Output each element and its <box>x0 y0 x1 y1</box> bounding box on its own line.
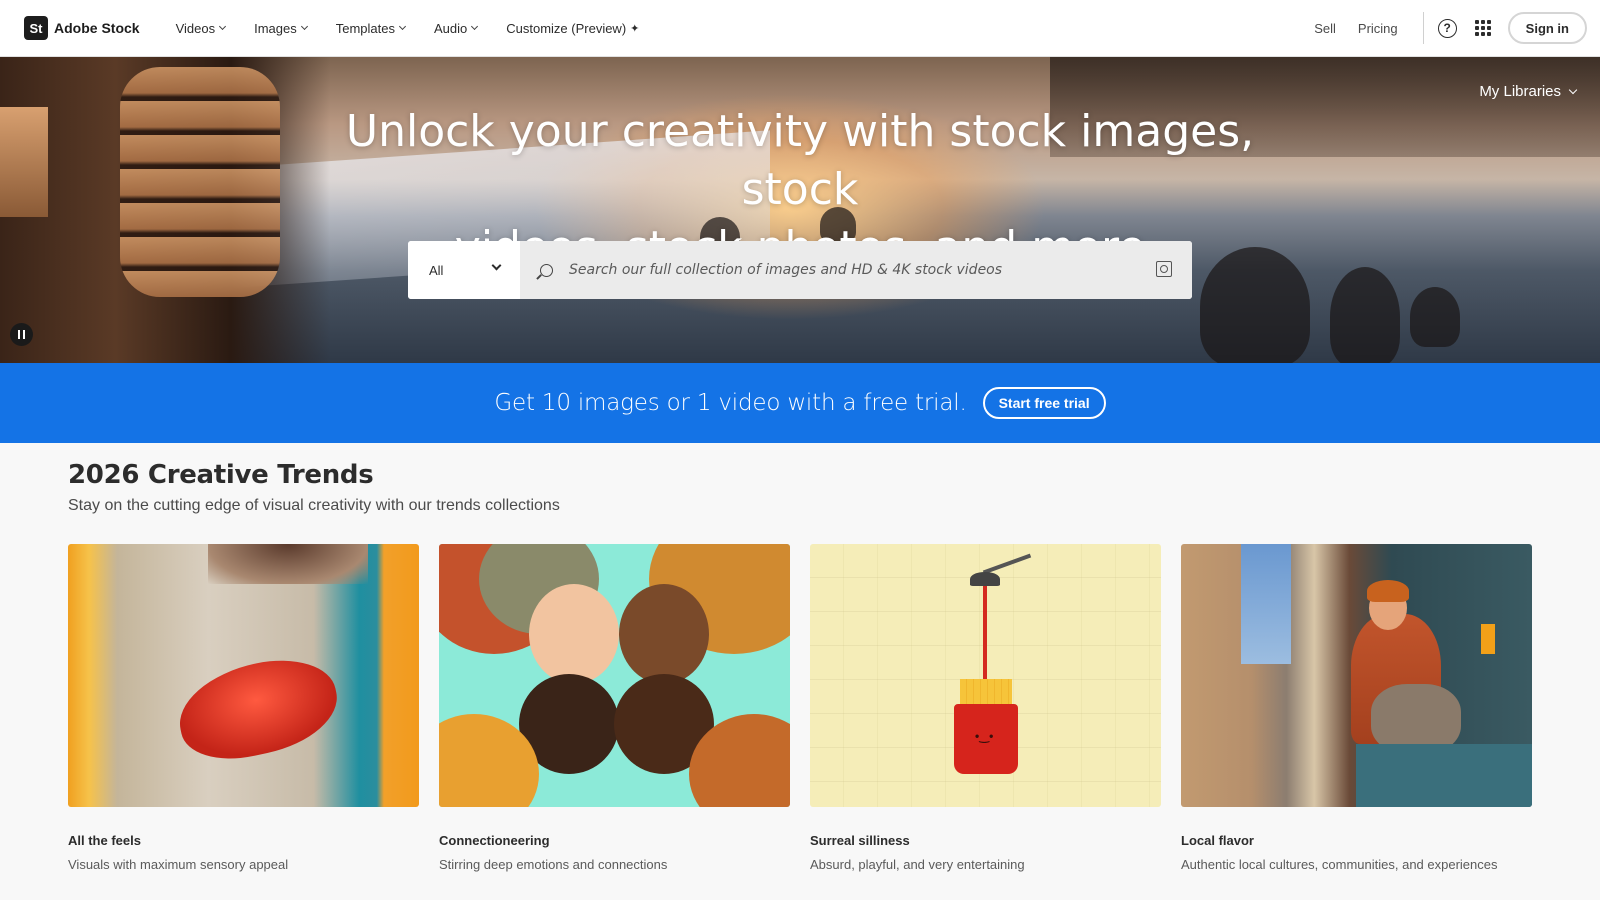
image-detail <box>970 572 1000 586</box>
image-detail <box>1367 580 1409 602</box>
trend-card-image[interactable] <box>439 544 790 807</box>
help-icon[interactable]: ? <box>1437 18 1457 38</box>
nav-item-label: Videos <box>175 20 216 36</box>
brand-logo[interactable]: St Adobe Stock <box>24 16 140 40</box>
image-detail <box>1481 624 1495 654</box>
nav-divider <box>1422 12 1424 44</box>
trend-card-description: Authentic local cultures, communities, a… <box>1181 857 1498 872</box>
trend-card-title[interactable]: All the feels <box>68 833 419 848</box>
chevron-down-icon <box>300 22 308 31</box>
image-detail: •‿• <box>975 729 994 743</box>
trend-card-title[interactable]: Connectioneering <box>439 833 790 848</box>
section-subtitle: Stay on the cutting edge of visual creat… <box>68 497 560 514</box>
chevron-down-icon <box>219 22 227 31</box>
hero-banner: Unlock your creativity with stock images… <box>0 57 1600 363</box>
nav-item-templates[interactable]: Templates <box>335 20 407 36</box>
my-libraries-label: My Libraries <box>1479 83 1561 100</box>
chevron-down-icon <box>1568 85 1578 95</box>
trend-card-all-the-feels[interactable]: All the feels Visuals with maximum senso… <box>68 544 419 872</box>
trend-card-description: Visuals with maximum sensory appeal <box>68 857 289 872</box>
nav-item-customize[interactable]: Customize (Preview) ✦ <box>506 21 639 36</box>
trend-card-image[interactable] <box>1181 544 1532 807</box>
trend-card-connectioneering[interactable]: Connectioneering Stirring deep emotions … <box>439 544 790 872</box>
hero-bather <box>1410 287 1460 347</box>
visual-search-icon[interactable] <box>1156 261 1172 277</box>
trend-card-description: Stirring deep emotions and connections <box>439 857 668 872</box>
pause-video-button[interactable] <box>10 323 33 346</box>
image-detail <box>170 648 346 770</box>
brand-name: Adobe Stock <box>54 20 140 36</box>
nav-item-label: Audio <box>433 20 468 36</box>
image-detail <box>208 544 368 584</box>
hero-background-window <box>0 107 48 217</box>
trend-cards: All the feels Visuals with maximum senso… <box>68 544 1538 872</box>
free-trial-banner: Get 10 images or 1 video with a free tri… <box>0 363 1600 443</box>
pricing-link[interactable]: Pricing <box>1358 21 1398 36</box>
trend-card-title[interactable]: Surreal silliness <box>810 833 1161 848</box>
nav-item-videos[interactable]: Videos <box>175 20 227 36</box>
nav-item-images[interactable]: Images <box>254 20 308 36</box>
nav-item-label: Templates <box>335 20 395 36</box>
search-type-value: All <box>429 262 444 278</box>
trend-card-surreal-silliness[interactable]: •‿• Surreal silliness Absurd, playful, a… <box>810 544 1161 872</box>
adobe-stock-logo-icon: St <box>24 16 48 40</box>
chevron-down-icon <box>491 260 502 271</box>
start-free-trial-button[interactable]: Start free trial <box>982 387 1106 419</box>
pause-icon <box>22 330 26 339</box>
main-menu: Videos Images Templates Audio Customize … <box>176 21 669 36</box>
sparkle-icon: ✦ <box>630 22 640 35</box>
hero-bather <box>1330 267 1400 363</box>
image-detail <box>1241 544 1291 664</box>
search-bar: All <box>408 241 1192 299</box>
image-detail <box>1356 744 1532 807</box>
my-libraries-dropdown[interactable]: My Libraries <box>1479 83 1578 100</box>
creative-trends-section: 2026 Creative Trends Stay on the cutting… <box>68 460 1538 872</box>
hero-background-logs <box>120 67 280 297</box>
search-input[interactable] <box>569 262 1129 278</box>
nav-item-audio[interactable]: Audio <box>433 20 479 36</box>
image-detail <box>619 584 709 684</box>
chevron-down-icon <box>398 22 407 31</box>
trend-card-description: Absurd, playful, and very entertaining <box>810 857 1025 872</box>
nav-item-label: Customize (Preview) <box>506 20 627 36</box>
hero-title-line-1: Unlock your creativity with stock images… <box>345 106 1255 215</box>
sign-in-button[interactable]: Sign in <box>1507 12 1587 44</box>
search-type-select[interactable]: All <box>408 241 520 299</box>
search-field-container <box>520 241 1192 299</box>
apps-grid-icon[interactable] <box>1474 20 1491 36</box>
trend-card-title[interactable]: Local flavor <box>1181 833 1532 848</box>
trend-card-local-flavor[interactable]: Local flavor Authentic local cultures, c… <box>1181 544 1532 872</box>
top-navigation: St Adobe Stock Videos Images Templates A… <box>0 0 1600 57</box>
section-title: 2026 Creative Trends <box>68 460 374 490</box>
trend-card-image[interactable]: •‿• <box>810 544 1161 807</box>
trend-card-image[interactable] <box>68 544 419 807</box>
nav-right-group: Sell Pricing ? Sign in <box>1314 12 1600 44</box>
search-icon <box>540 263 553 277</box>
nav-item-label: Images <box>254 20 297 36</box>
pause-icon <box>17 330 21 339</box>
sell-link[interactable]: Sell <box>1314 21 1336 36</box>
chevron-down-icon <box>471 22 479 31</box>
free-trial-text: Get 10 images or 1 video with a free tri… <box>494 390 967 416</box>
image-detail <box>529 584 619 684</box>
